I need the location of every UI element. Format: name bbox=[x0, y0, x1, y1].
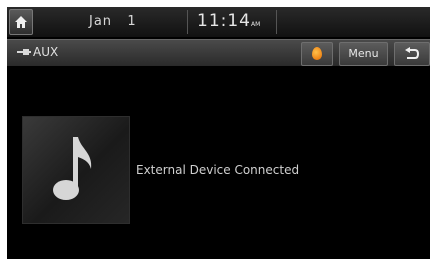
color-theme-button[interactable] bbox=[301, 42, 333, 66]
status-divider bbox=[276, 10, 277, 34]
back-arrow-icon bbox=[405, 47, 420, 59]
time-ampm: AM bbox=[251, 21, 261, 28]
title-bar: AUX Menu bbox=[7, 39, 430, 66]
head-unit-screen: Jan 1 11:14AM AUX Menu External Device C… bbox=[7, 7, 430, 259]
source-title: AUX bbox=[33, 45, 59, 59]
status-bar: Jan 1 11:14AM bbox=[7, 7, 430, 37]
home-icon bbox=[15, 16, 27, 28]
back-button[interactable] bbox=[394, 42, 430, 66]
time-value: 11:14 bbox=[197, 11, 251, 31]
status-time: 11:14AM bbox=[197, 11, 260, 31]
menu-button[interactable]: Menu bbox=[339, 42, 388, 66]
home-button[interactable] bbox=[9, 9, 33, 35]
album-art-placeholder bbox=[22, 116, 130, 224]
status-date: Jan 1 bbox=[89, 14, 137, 29]
music-note-icon bbox=[53, 137, 92, 200]
status-divider bbox=[187, 10, 188, 34]
device-status-text: External Device Connected bbox=[136, 163, 300, 177]
aux-cable-icon bbox=[17, 49, 31, 55]
color-drop-icon bbox=[312, 47, 322, 60]
